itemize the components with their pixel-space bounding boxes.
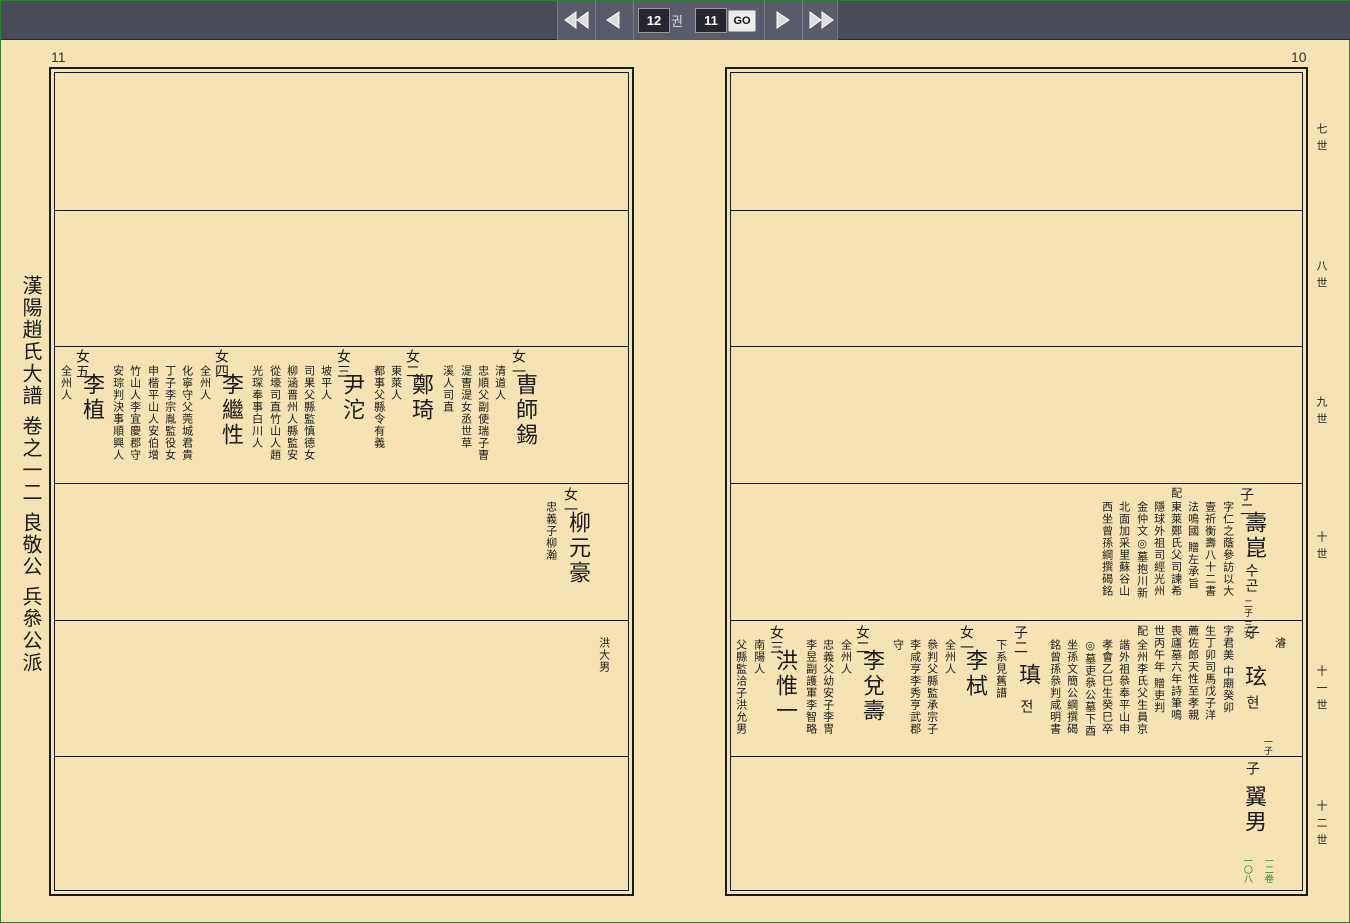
left-page-frame — [49, 67, 634, 896]
generation-label: 十一世 — [1315, 665, 1328, 716]
entry-name: 翼男 — [1241, 785, 1266, 835]
double-arrow-right-icon — [809, 11, 834, 29]
volume-unit-label: 권 — [671, 14, 683, 29]
entry-detail: 法鳴國 贈左承旨 — [1186, 501, 1200, 590]
entry-detail: 叅判父縣監承宗子 — [925, 639, 939, 735]
entry-detail: 生丁卯司馬戊子洋 — [1203, 625, 1217, 721]
volume-reference-link[interactable]: 一二卷 — [1262, 856, 1273, 883]
entry-detail: 金仲文◎墓抱川新 — [1135, 501, 1149, 599]
entry-detail: 下系見舊譜 — [994, 639, 1008, 699]
double-arrow-left-icon — [564, 11, 589, 29]
entry-detail: 守 — [891, 639, 905, 651]
entry-detail: 柳涵晋州人縣監安 — [285, 365, 299, 461]
entry-note: 濬 — [1273, 637, 1287, 649]
right-page-number: 10 — [1291, 49, 1307, 65]
generation-label: 七世 — [1315, 123, 1328, 157]
page-reference-link[interactable]: 一〇八 — [1241, 856, 1252, 883]
arrow-left-icon — [606, 11, 620, 29]
entry-name: 李繼性 — [218, 373, 243, 448]
entry-name: 瑱 — [1015, 663, 1040, 688]
entry-detail: 孝會乙巳生癸巳卒 — [1100, 639, 1114, 735]
entry-detail: 南陽人 — [752, 639, 766, 675]
genealogy-side-title: 漢陽趙氏大譜 卷之一二 良敬公 兵叅公派 — [19, 275, 43, 675]
page-navigation: 12 권 11 GO — [557, 1, 838, 40]
entry-detail: 忠義父幼安子李冑 — [821, 639, 835, 735]
generation-label: 九世 — [1315, 396, 1328, 430]
page-input[interactable]: 11 — [695, 8, 727, 33]
entry-detail: 全州人 — [943, 639, 957, 675]
entry-detail: 光琛奉事白川人 — [250, 365, 264, 449]
entry-detail: 竹山人李宜慶郡守 — [128, 365, 142, 461]
entry-name: 尹沱 — [339, 373, 364, 423]
entry-detail: 安琮判決事順興人 — [111, 365, 125, 461]
entry-detail: 隱球外祖司經光州 — [1152, 501, 1166, 597]
entry-detail: 忠順父副使瑞子曺 — [476, 365, 490, 461]
entry-hangul: 전 — [1018, 699, 1034, 714]
entry-detail: 配 — [1135, 625, 1149, 637]
entry-detail: 從壕司直竹山人趙 — [268, 365, 282, 461]
entry-detail: 化寧守父莞城君貴 — [180, 365, 194, 461]
entry-name: 壽崑 — [1241, 511, 1266, 561]
entry-rank: 子 — [1244, 761, 1260, 776]
entry-detail: 李昱副護軍李智略 — [804, 639, 818, 735]
entry-detail: 諧外祖叅奉平山申 — [1117, 639, 1131, 735]
entry-name: 李栻 — [962, 649, 987, 699]
entry-detail: 父縣監洽子洪允男 — [734, 639, 748, 735]
entry-detail: 北面加采里蘇谷山 — [1117, 501, 1131, 597]
entry-detail: 全州人 — [198, 365, 212, 401]
go-button[interactable]: GO — [728, 10, 756, 32]
entry-name: 玹 — [1241, 665, 1266, 690]
prev-page-button[interactable] — [598, 7, 628, 33]
generation-label: 十世 — [1315, 531, 1328, 565]
top-toolbar: 12 권 11 GO — [1, 1, 1350, 40]
entry-detail: 薦佐郎天性至孝親 — [1186, 625, 1200, 721]
entry-detail: 世丙午年 贈吏判 — [1152, 625, 1166, 714]
entry-detail: 洪大男 — [597, 637, 611, 673]
entry-detail: 湜曺湜女丞世草 — [459, 365, 473, 449]
last-page-button[interactable] — [806, 7, 836, 33]
entry-detail: 全州人 — [59, 365, 73, 401]
entry-detail: 字君美 中廟癸卯 — [1221, 625, 1235, 714]
entry-name: 李植 — [79, 373, 104, 423]
entry-detail: 忠義子柳瀚 — [544, 501, 558, 561]
entry-detail: 西坐曾孫綱撰碣銘 — [1100, 501, 1114, 597]
entry-detail: 坡平人 — [319, 365, 333, 401]
entry-rank: 子二 — [1012, 625, 1028, 655]
entry-detail: 清道人 — [493, 365, 507, 401]
entry-detail: 全州李氏父生員京 — [1135, 639, 1149, 735]
entry-name: 柳元豪 — [565, 511, 590, 586]
first-page-button[interactable] — [562, 7, 592, 33]
entry-detail: 喪廬墓六年詩筆鳴 — [1169, 625, 1183, 721]
left-page-number: 11 — [51, 49, 66, 65]
entry-name: 洪惟一 — [772, 649, 797, 724]
entry-detail: 壹祈衡壽八十二書 — [1203, 501, 1217, 597]
entry-hangul: 현 — [1244, 695, 1260, 710]
right-page-frame — [725, 67, 1308, 896]
entry-name: 鄭琦 — [408, 373, 433, 423]
entry-note: 一子 — [1261, 737, 1272, 755]
generation-label: 十二世 — [1315, 800, 1328, 851]
volume-input[interactable]: 12 — [638, 8, 670, 33]
generation-label: 八世 — [1315, 260, 1328, 294]
entry-detail: 司果父縣監慎德女 — [302, 365, 316, 461]
entry-detail: 都事父縣令有義 — [372, 365, 386, 449]
entry-detail: 字仁之蔭參訪以大 — [1221, 501, 1235, 597]
next-page-button[interactable] — [768, 7, 798, 33]
entry-detail: 東萊鄭氏父司諫希 — [1169, 501, 1183, 597]
entry-detail: 坐孫文簡公綱撰碣 — [1065, 639, 1079, 735]
entry-detail: 全州人 — [839, 639, 853, 675]
entry-name: 李兌壽 — [859, 649, 884, 724]
entry-detail: 東萊人 — [389, 365, 403, 401]
entry-detail: 申楷平山人安伯增 — [146, 365, 160, 461]
entry-hangul: 수곤 — [1243, 563, 1259, 593]
entry-detail: 配 — [1169, 487, 1183, 499]
entry-detail: 丁子李宗胤監役女 — [163, 365, 177, 461]
entry-detail: 銘曾孫叅判咸明書 — [1048, 639, 1062, 735]
entry-rank: 子 — [1244, 625, 1260, 640]
arrow-right-icon — [776, 11, 790, 29]
entry-detail: ◎墓吏叅公墓下酉 — [1083, 639, 1097, 737]
entry-detail: 溪人司直 — [441, 365, 455, 413]
entry-name: 曺師錫 — [512, 373, 537, 448]
entry-detail: 李咸亨李秀亨武郡 — [908, 639, 922, 735]
